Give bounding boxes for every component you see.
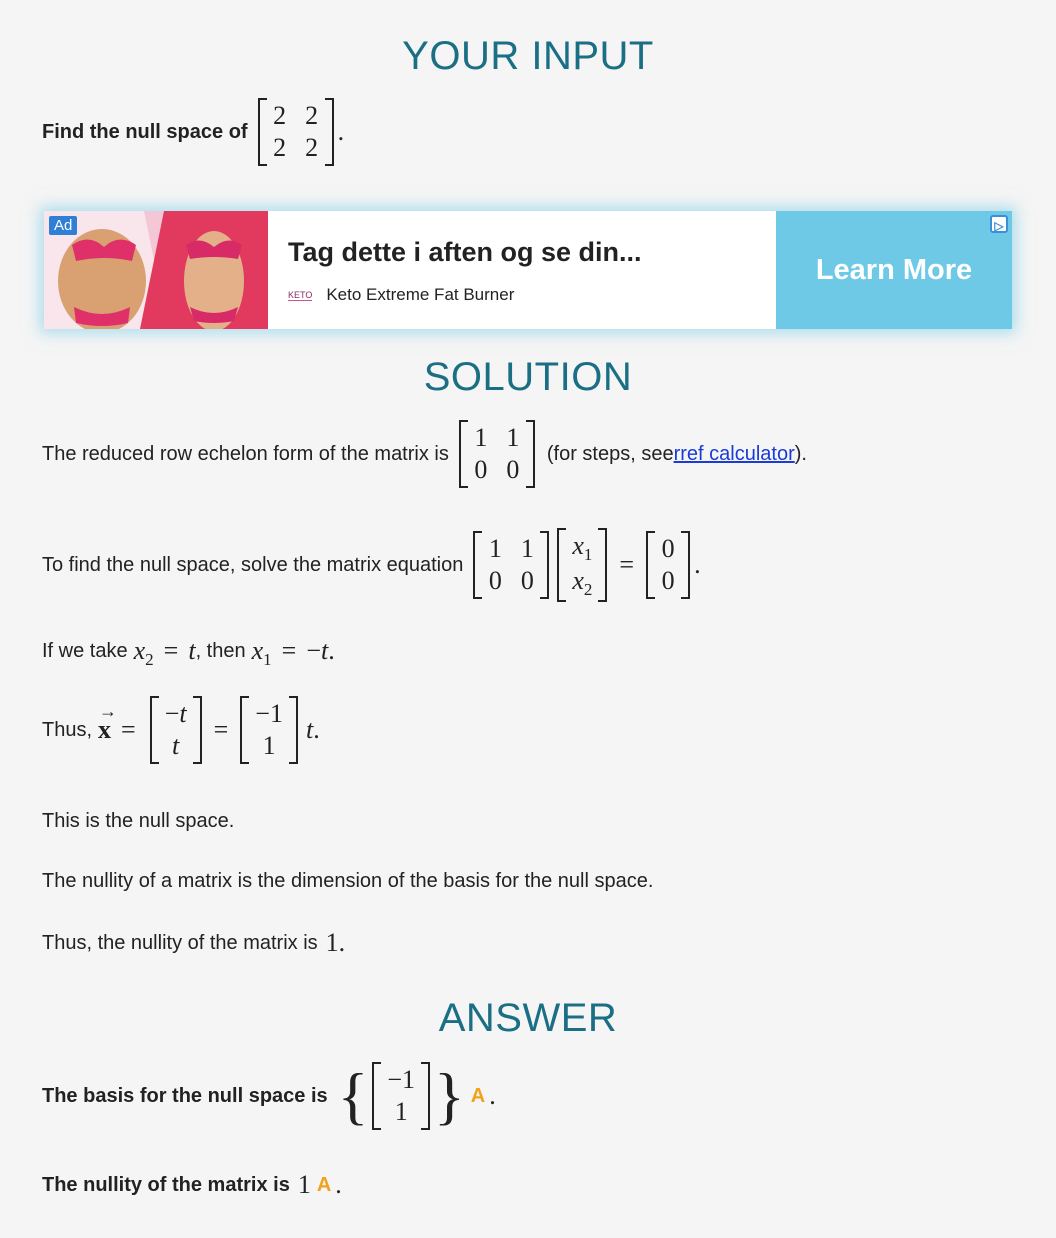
solution-vector-basis: −1 1 xyxy=(240,696,298,764)
ad-brand-logo: KETO xyxy=(288,289,313,301)
equation-text: To find the null space, solve the matrix… xyxy=(42,553,464,576)
ad-brand-name: Keto Extreme Fat Burner xyxy=(326,285,515,304)
equation-zero-vector: 0 0 xyxy=(646,531,691,599)
answer-basis-tag[interactable]: A xyxy=(471,1085,485,1108)
learn-more-label: Learn More xyxy=(815,253,973,286)
input-heading: YOUR INPUT xyxy=(402,34,654,78)
ad-badge: Ad xyxy=(49,216,78,235)
ad-title[interactable]: Tag dette i aften og se din... xyxy=(288,237,642,268)
rref-line: The reduced row echelon form of the matr… xyxy=(42,420,807,488)
take-pre: If we take xyxy=(42,639,128,662)
rref-text: The reduced row echelon form of the matr… xyxy=(42,442,449,465)
adchoices-icon[interactable]: ▷ xyxy=(990,215,1008,233)
take-line: If we take x2 = t, then x1 = − t. xyxy=(42,636,335,669)
ad-banner[interactable]: Ad Tag dette i aften og se din... KETO K… xyxy=(44,211,1012,329)
thus-line: Thus, x → = −t t = −1 1 t. xyxy=(42,696,320,764)
ad-text-area[interactable]: Tag dette i aften og se din... KETO Keto… xyxy=(268,211,776,329)
answer-nullity-text: The nullity of the matrix is xyxy=(42,1173,290,1196)
ad-image[interactable]: Ad xyxy=(44,211,268,329)
rref-calculator-link[interactable]: rref calculator xyxy=(674,443,795,466)
rref-note-pre: (for steps, see xyxy=(546,442,674,465)
nullity-line: Thus, the nullity of the matrix is 1. xyxy=(42,928,346,957)
equation-coeff-matrix: 11 00 xyxy=(473,531,550,599)
ad-photo xyxy=(44,211,268,329)
answer-heading: ANSWER xyxy=(438,996,618,1040)
rref-note-post: ). xyxy=(794,442,807,465)
input-prompt: Find the null space of xyxy=(42,120,248,143)
input-matrix: 22 22 xyxy=(257,98,334,166)
answer-basis-line: The basis for the null space is { −1 1 }… xyxy=(42,1060,496,1131)
solution-heading: SOLUTION xyxy=(423,355,633,399)
take-mid: , then xyxy=(195,639,246,662)
null-space-line: This is the null space. xyxy=(42,810,235,832)
solution-vector-t: −t t xyxy=(149,696,202,764)
input-line: Find the null space of 22 22 . xyxy=(42,98,344,166)
rref-matrix: 11 00 xyxy=(458,420,535,488)
nullity-value: 1 xyxy=(325,928,339,957)
answer-nullity-tag[interactable]: A xyxy=(317,1174,331,1197)
answer-basis-vector: −1 1 xyxy=(372,1062,431,1130)
thus-text: Thus, xyxy=(42,718,93,741)
answer-nullity-line: The nullity of the matrix is 1 A . xyxy=(42,1170,342,1199)
nullity-text: Thus, the nullity of the matrix is xyxy=(42,931,318,954)
nullity-definition-line: The nullity of a matrix is the dimension… xyxy=(42,870,654,892)
answer-nullity-value: 1 xyxy=(297,1170,311,1199)
learn-more-button[interactable]: Learn More ▷ xyxy=(776,211,1012,329)
ad-brand: KETO Keto Extreme Fat Burner xyxy=(288,285,514,305)
answer-basis-text: The basis for the null space is xyxy=(42,1084,328,1107)
equation-variable-vector: x1 x2 xyxy=(557,528,608,602)
equation-line: To find the null space, solve the matrix… xyxy=(42,528,701,602)
